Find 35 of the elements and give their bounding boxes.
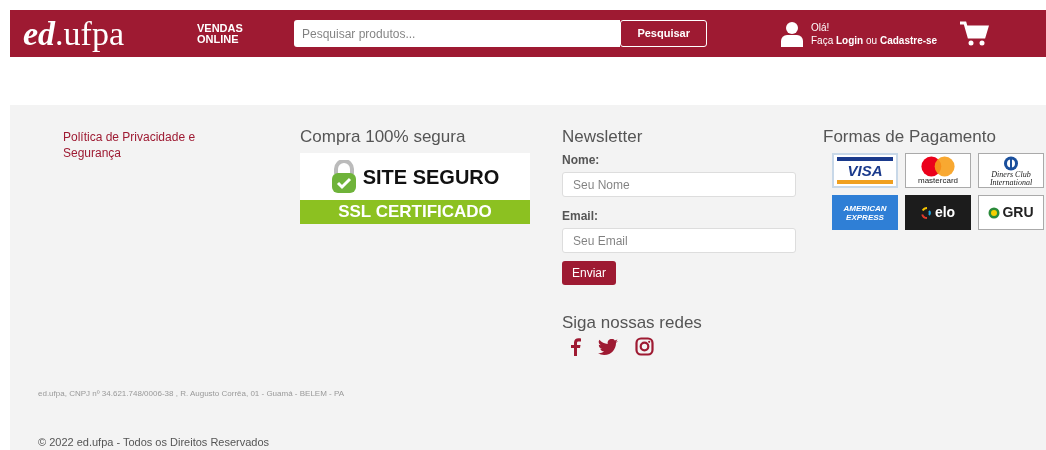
section-title: Newsletter: [562, 127, 644, 147]
emblem-icon: [988, 206, 1001, 219]
badge-heading: SITE SEGURO: [362, 164, 500, 190]
search-field[interactable]: Pesquisar produtos...: [294, 20, 621, 47]
account-links[interactable]: Faça Login ou Cadastre-se: [811, 33, 938, 47]
greeting-text: Olá!: [811, 20, 831, 34]
address-text: ed.ufpa, CNPJ nº 34.621.748/0006-38 , R. Augusto Corrêa, 01 - Guamá - BELEM - PA: [38, 388, 345, 400]
twitter-icon[interactable]: [598, 338, 618, 355]
field-label: Email:: [562, 208, 599, 225]
instagram-icon[interactable]: [635, 337, 654, 356]
card-label: mastercard: [918, 176, 958, 185]
elo-mark-icon: [920, 206, 933, 219]
padlock-icon: [330, 159, 357, 194]
card-label: GRU: [1002, 203, 1034, 222]
field-label: Nome:: [562, 152, 601, 169]
section-title: Compra 100% segura: [300, 127, 467, 147]
card-label: Diners Club International: [988, 171, 1034, 187]
search-button[interactable]: Pesquisar: [620, 20, 707, 47]
card-label: VISA: [846, 163, 884, 178]
card-label: elo: [934, 203, 956, 222]
copyright-text: © 2022 ed.ufpa - Todos os Direitos Reservados: [38, 436, 270, 448]
card-label: AMERICAN EXPRESS: [842, 203, 888, 222]
send-button[interactable]: Enviar: [562, 261, 616, 285]
input-field[interactable]: Seu Email: [562, 228, 796, 253]
cart-icon[interactable]: [959, 20, 990, 47]
circles-icon: [920, 156, 956, 177]
privacy-link[interactable]: Política de Privacidade e Segurança: [63, 129, 243, 161]
badge-strip: SSL CERTIFICADO: [300, 200, 530, 224]
section-title: Formas de Pagamento: [823, 127, 997, 147]
tagline: VENDAS ONLINE: [197, 22, 244, 45]
input-field[interactable]: Seu Nome: [562, 172, 796, 197]
facebook-icon[interactable]: [570, 337, 581, 356]
section-title: Siga nossas redes: [562, 313, 703, 333]
logo[interactable]: ed.ufpa: [23, 16, 183, 51]
user-icon: [780, 20, 804, 47]
